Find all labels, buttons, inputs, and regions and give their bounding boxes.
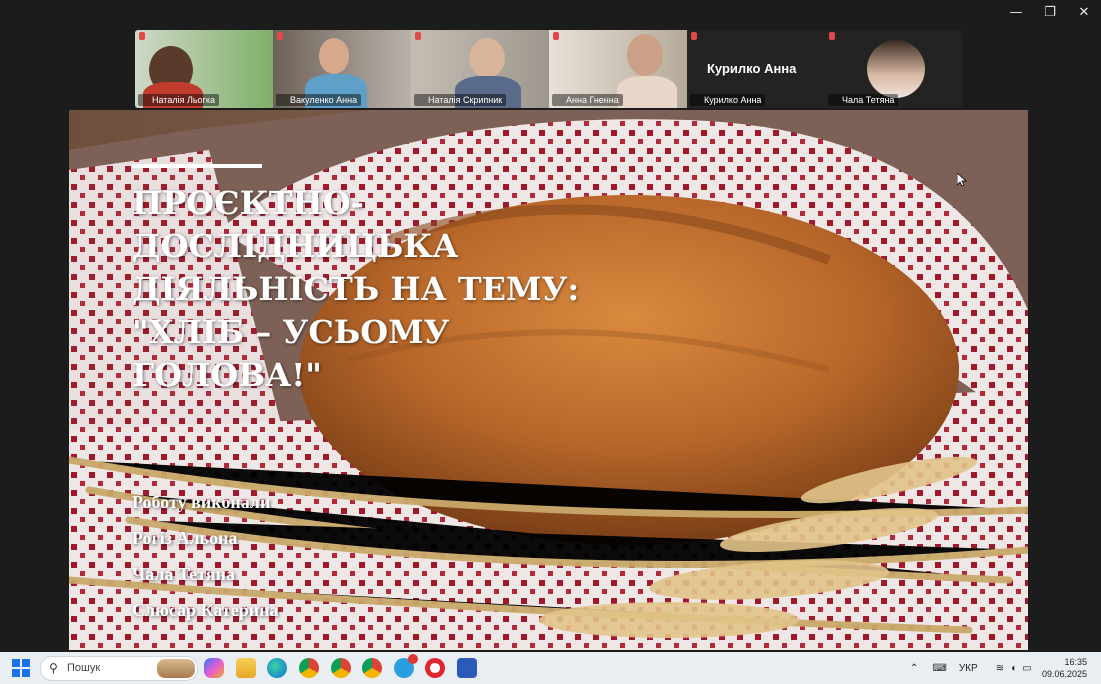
chrome-icon[interactable] [331, 658, 351, 678]
edge-icon[interactable] [267, 658, 287, 678]
windows-start-icon[interactable] [12, 659, 30, 677]
participant-tile[interactable]: Курилко Анна Курилко Анна [687, 30, 825, 108]
notification-badge [408, 654, 418, 664]
mic-muted-icon [415, 32, 421, 40]
participant-avatar [867, 40, 925, 98]
participant-video [627, 34, 663, 76]
mic-muted-icon [277, 32, 283, 40]
participant-strip: Наталія Льогка Вакуленко Анна Наталія Ск… [135, 30, 962, 108]
language-indicator[interactable]: УКР [959, 663, 978, 674]
participant-name: Наталія Льогка [138, 94, 219, 106]
title-accent-bar [132, 164, 262, 168]
authors-list: Роботу виконали Рогіз Альона Чала Тетяна… [132, 490, 279, 634]
author-item: Рогіз Альона [132, 528, 238, 548]
participant-name: Наталія Скрипник [414, 94, 507, 106]
battery-icon[interactable]: ▭ [1022, 663, 1031, 674]
mic-muted-icon [829, 32, 835, 40]
wifi-icon[interactable]: ≋ [996, 663, 1004, 674]
window-controls: — ❐ ✕ [999, 0, 1101, 24]
search-icon: ⚲ [49, 661, 58, 675]
close-button[interactable]: ✕ [1067, 0, 1101, 24]
copilot-icon[interactable] [204, 658, 224, 678]
file-explorer-icon[interactable] [236, 658, 256, 678]
opera-icon[interactable] [425, 658, 445, 678]
mic-muted-icon [139, 32, 145, 40]
slide-title: Проєктно-дослідницька діяльність на тему… [132, 184, 580, 394]
participant-video [469, 38, 505, 78]
taskbar: ⚲ Пошук ⌃ ⌨ УКР ≋ ◖ ▭ 16:35 09.06.2025 [0, 652, 1101, 684]
volume-icon[interactable]: ◖ [1010, 663, 1016, 674]
participant-name: Чала Тетяна [828, 94, 899, 106]
authors-heading: Роботу виконали [132, 492, 271, 512]
participant-tile[interactable]: Наталія Скрипник [411, 30, 549, 108]
clock-time: 16:35 [1064, 657, 1087, 667]
author-item: Слюсар Катерина [132, 600, 279, 620]
input-indicator-icon[interactable]: ⌨ [932, 663, 946, 674]
mic-muted-icon [691, 32, 697, 40]
participant-tile[interactable]: Анна Гненна [549, 30, 687, 108]
shared-slide: Проєктно-дослідницька діяльність на тему… [69, 110, 1028, 650]
word-icon[interactable] [457, 658, 477, 678]
participant-tile[interactable]: Наталія Льогка [135, 30, 273, 108]
mouse-cursor-icon [957, 173, 967, 187]
clock-date: 09.06.2025 [1041, 669, 1087, 679]
participant-video [319, 38, 349, 74]
mic-muted-icon [553, 32, 559, 40]
participant-name: Вакуленко Анна [276, 94, 362, 106]
participant-display-name: Курилко Анна [707, 61, 797, 76]
participant-name: Курилко Анна [690, 94, 766, 106]
chevron-up-icon[interactable]: ⌃ [910, 663, 918, 674]
search-placeholder: Пошук [67, 662, 101, 674]
chrome-icon[interactable] [362, 658, 382, 678]
participant-tile[interactable]: Чала Тетяна [825, 30, 962, 108]
restore-button[interactable]: ❐ [1033, 0, 1067, 24]
search-highlight-image [157, 659, 195, 678]
system-clock[interactable]: 16:35 09.06.2025 [1042, 656, 1087, 680]
participant-name: Анна Гненна [552, 94, 623, 106]
minimize-button[interactable]: — [999, 0, 1033, 24]
taskbar-search[interactable]: ⚲ Пошук [40, 656, 198, 681]
participant-tile[interactable]: Вакуленко Анна [273, 30, 411, 108]
system-tray: ⌃ ⌨ УКР ≋ ◖ ▭ [910, 652, 1032, 684]
telegram-icon[interactable] [394, 654, 418, 678]
author-item: Чала Тетяна [132, 564, 235, 584]
chrome-icon[interactable] [299, 658, 319, 678]
